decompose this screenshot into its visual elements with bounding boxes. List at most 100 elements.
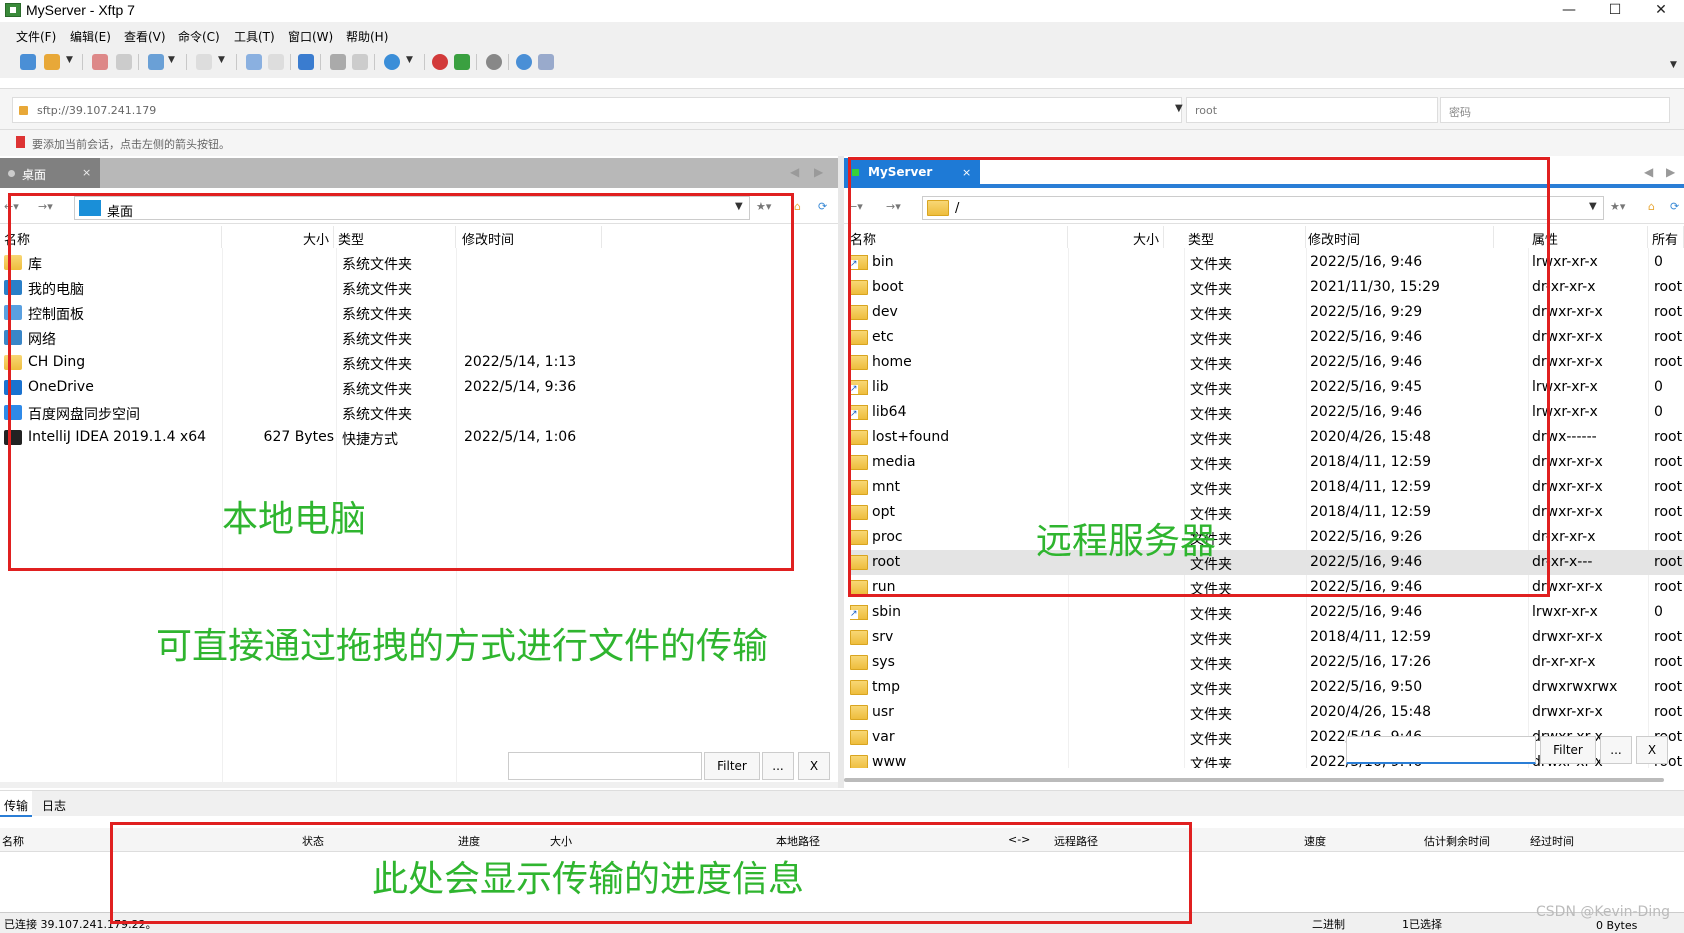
new-window-icon[interactable]	[148, 54, 164, 70]
toolbar-overflow-icon[interactable]: ▼	[1670, 60, 1677, 70]
local-filter-button[interactable]: Filter	[704, 752, 760, 780]
menu-view[interactable]: 查看(V)	[124, 28, 166, 45]
remote-filter-button[interactable]: Filter	[1540, 736, 1596, 764]
local-filter-more-button[interactable]: ...	[762, 752, 794, 780]
settings-gear-icon[interactable]	[486, 54, 502, 70]
close-button[interactable]: ✕	[1638, 0, 1684, 22]
password-field[interactable]: 密码	[1440, 97, 1670, 123]
download-icon[interactable]	[268, 54, 284, 70]
file-owner: root	[1654, 554, 1682, 570]
column-header-owner[interactable]: 所有	[1652, 226, 1684, 248]
tab-scroll-right-icon[interactable]: ▶	[1666, 165, 1675, 179]
maximize-button[interactable]: ☐	[1592, 0, 1638, 22]
file-owner: root	[1654, 329, 1682, 345]
file-owner: root	[1654, 354, 1682, 370]
transfer-mode: 二进制	[1312, 918, 1345, 931]
toolbar-separator	[508, 54, 509, 70]
home-folder-icon[interactable]: ⌂	[794, 200, 801, 213]
file-name: var	[872, 729, 895, 745]
pane-divider[interactable]	[838, 156, 844, 788]
transfer-column-elapsed[interactable]: 经过时间	[1530, 833, 1574, 849]
toolbar-separator	[424, 54, 425, 70]
xshell-icon[interactable]	[432, 54, 448, 70]
file-modified: 2022/5/16, 17:26	[1310, 654, 1432, 670]
file-owner: root	[1654, 304, 1682, 320]
transfer-column-name[interactable]: 名称	[2, 833, 24, 849]
remote-filter-more-button[interactable]: ...	[1600, 736, 1632, 764]
toolbar-separator	[138, 54, 139, 70]
disconnect-icon[interactable]	[92, 54, 108, 70]
file-owner: root	[1654, 504, 1682, 520]
layout-icon[interactable]	[196, 54, 212, 70]
bookmark-icon[interactable]	[16, 136, 25, 148]
remote-horizontal-scrollbar[interactable]	[844, 770, 1684, 788]
reconnect-icon[interactable]	[116, 54, 132, 70]
file-owner: root	[1654, 529, 1682, 545]
file-name: usr	[872, 704, 894, 720]
username-field[interactable]: root	[1186, 97, 1438, 123]
file-owner: root	[1654, 579, 1682, 595]
file-attributes: drwxr-xr-x	[1532, 629, 1603, 645]
paste-icon[interactable]	[352, 54, 368, 70]
refresh-icon[interactable]: ⟳	[818, 200, 827, 213]
address-url: sftp://39.107.241.179	[37, 104, 157, 117]
menu-tools[interactable]: 工具(T)	[234, 28, 275, 45]
file-name: srv	[872, 629, 894, 645]
local-filter-input[interactable]	[508, 752, 702, 780]
globe-icon[interactable]	[384, 54, 400, 70]
terminal-icon[interactable]	[454, 54, 470, 70]
tab-scroll-left-icon[interactable]: ◀	[1644, 165, 1653, 179]
tab-transfer[interactable]: 传输	[0, 791, 33, 817]
file-owner: root	[1654, 679, 1682, 695]
tab-scroll-right-icon[interactable]: ▶	[814, 165, 823, 179]
open-folder-icon[interactable]	[44, 54, 60, 70]
folder-icon	[850, 655, 868, 670]
file-type: 文件夹	[1190, 682, 1232, 698]
layout-dropdown-icon[interactable]: ▼	[218, 55, 225, 65]
menu-file[interactable]: 文件(F)	[16, 28, 56, 45]
minimize-button[interactable]: —	[1546, 0, 1592, 22]
tab-local-desktop[interactable]: 桌面 ×	[0, 158, 100, 188]
refresh-icon[interactable]: ⟳	[1670, 200, 1679, 213]
tab-close-icon[interactable]: ×	[82, 166, 91, 179]
address-dropdown-icon[interactable]: ▼	[1175, 103, 1183, 114]
table-row[interactable]: sys 文件夹 2022/5/16, 17:26 dr-xr-xr-x root	[848, 650, 1684, 675]
bookmark-star-icon[interactable]: ★▾	[1610, 200, 1625, 213]
menu-help[interactable]: 帮助(H)	[346, 28, 388, 45]
local-pane-highlight	[8, 193, 794, 571]
sync-icon[interactable]	[298, 54, 314, 70]
open-dropdown-icon[interactable]: ▼	[66, 55, 73, 65]
menu-edit[interactable]: 编辑(E)	[70, 28, 111, 45]
upload-icon[interactable]	[246, 54, 262, 70]
home-folder-icon[interactable]: ⌂	[1648, 200, 1655, 213]
toolbar-separator	[290, 54, 291, 70]
table-row[interactable]: srv 文件夹 2018/4/11, 12:59 drwxr-xr-x root	[848, 625, 1684, 650]
new-session-icon[interactable]	[20, 54, 36, 70]
table-row[interactable]: tmp 文件夹 2022/5/16, 9:50 drwxrwxrwx root	[848, 675, 1684, 700]
window-dropdown-icon[interactable]: ▼	[168, 55, 175, 65]
help-icon[interactable]	[516, 54, 532, 70]
xftp-app-icon	[5, 3, 21, 17]
table-row[interactable]: usr 文件夹 2020/4/26, 15:48 drwxr-xr-x root	[848, 700, 1684, 725]
transfer-column-speed[interactable]: 速度	[1304, 833, 1326, 849]
copy-icon[interactable]	[330, 54, 346, 70]
menu-command[interactable]: 命令(C)	[178, 28, 220, 45]
local-filter-clear-button[interactable]: X	[798, 752, 830, 780]
file-modified: 2022/5/16, 9:50	[1310, 679, 1423, 695]
remote-filter-input[interactable]	[1346, 736, 1536, 764]
file-type: 文件夹	[1190, 757, 1232, 768]
local-horizontal-scrollbar[interactable]	[0, 782, 838, 788]
globe-dropdown-icon[interactable]: ▼	[406, 55, 413, 65]
address-input[interactable]: sftp://39.107.241.179 ▼	[12, 97, 1183, 123]
feedback-icon[interactable]	[538, 54, 554, 70]
tab-log[interactable]: 日志	[38, 791, 70, 817]
table-row[interactable]: sbin 文件夹 2022/5/16, 9:46 lrwxr-xr-x 0	[848, 600, 1684, 625]
remote-filter-clear-button[interactable]: X	[1636, 736, 1668, 764]
scrollbar-thumb[interactable]	[844, 778, 1664, 782]
path-dropdown-icon[interactable]: ▼	[1589, 201, 1597, 212]
address-bar: sftp://39.107.241.179 ▼ root 密码	[0, 88, 1684, 130]
transfer-column-eta[interactable]: 估计剩余时间	[1424, 833, 1490, 849]
menu-window[interactable]: 窗口(W)	[288, 28, 333, 45]
file-name: sys	[872, 654, 895, 670]
tab-scroll-left-icon[interactable]: ◀	[790, 165, 799, 179]
